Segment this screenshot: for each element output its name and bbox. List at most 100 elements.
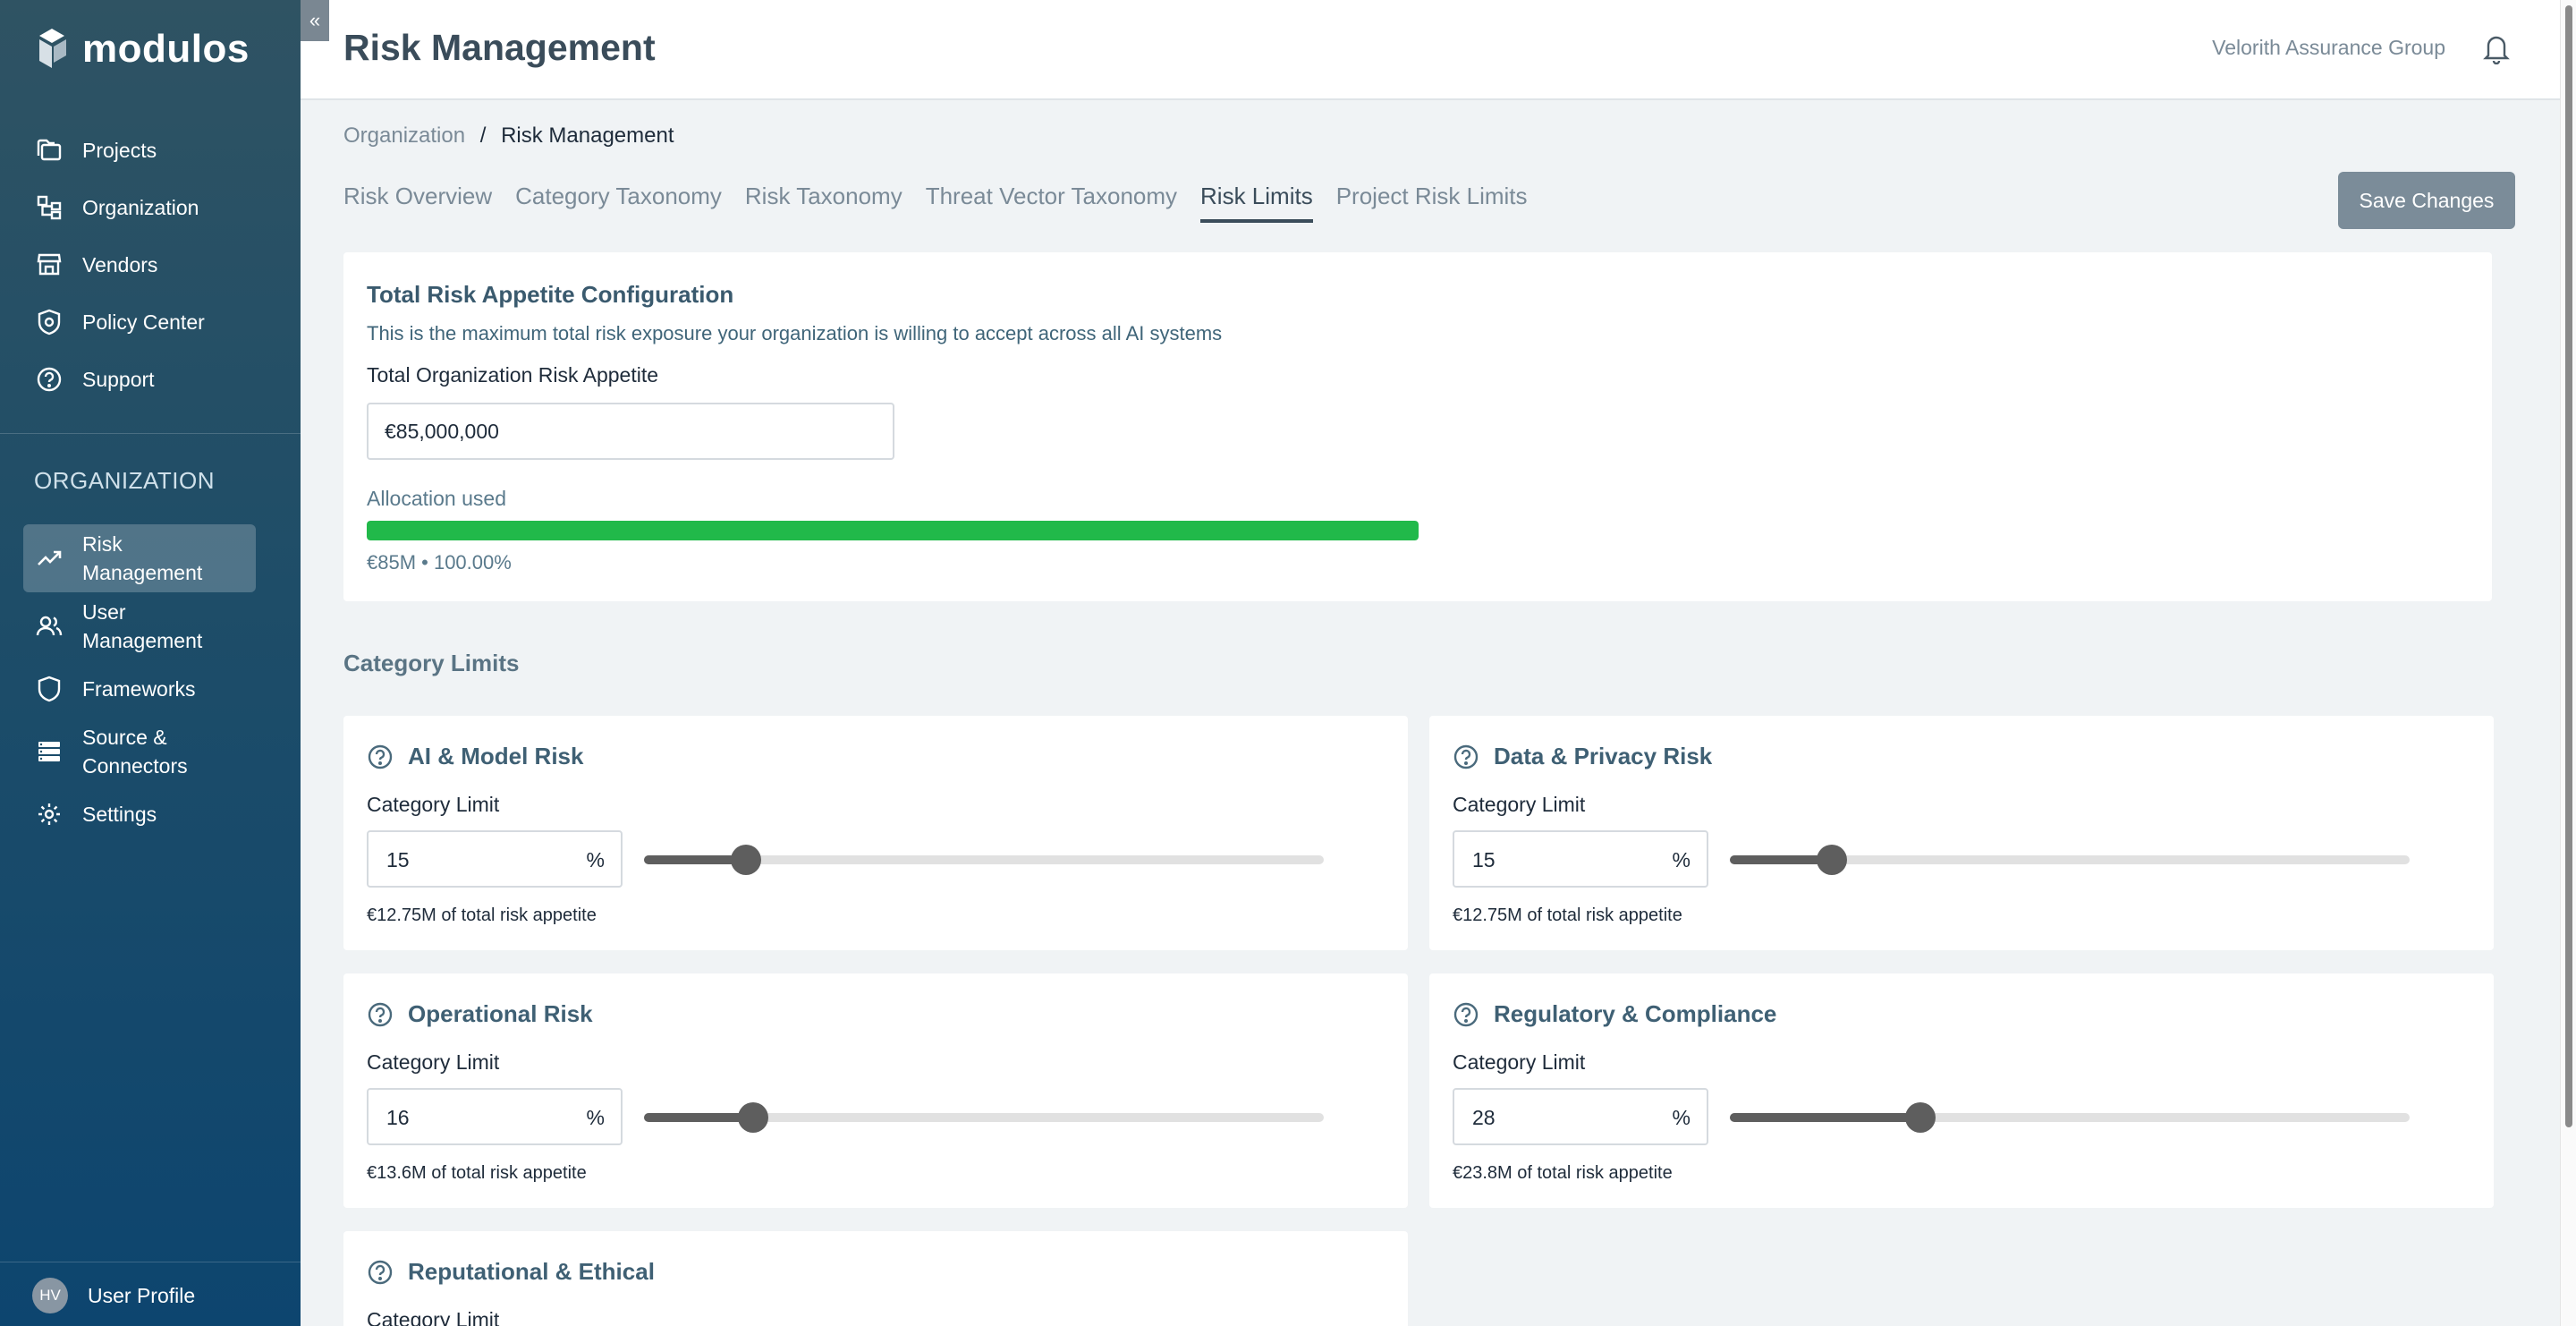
gear-icon (36, 801, 63, 828)
breadcrumb-separator: / (479, 123, 487, 148)
category-card-reputational-ethical: Reputational & Ethical Category Limit (343, 1231, 1408, 1326)
help-circle-icon[interactable] (367, 1259, 394, 1286)
notification-bell-icon[interactable] (2481, 32, 2512, 64)
slider-thumb[interactable] (1904, 1102, 1936, 1133)
category-title-text: Data & Privacy Risk (1494, 743, 1713, 769)
sidebar-item-policy-center[interactable]: Policy Center (23, 293, 256, 351)
category-limit-label: Category Limit (367, 1050, 500, 1074)
org-chart-icon (36, 194, 63, 221)
sidebar-item-vendors[interactable]: Vendors (23, 236, 256, 293)
slider-thumb[interactable] (737, 1102, 768, 1133)
sidebar-item-risk-management[interactable]: Risk Management (23, 524, 256, 592)
sidebar-item-label: Organization (82, 195, 199, 219)
sidebar-item-source-connectors[interactable]: Source & Connectors (23, 718, 256, 786)
sidebar-item-organization[interactable]: Organization (23, 179, 256, 236)
breadcrumb-current: Risk Management (501, 123, 674, 148)
list-icon (36, 738, 63, 765)
category-limit-label: Category Limit (367, 1308, 500, 1326)
tab-threat-vector-taxonomy[interactable]: Threat Vector Taxonomy (926, 183, 1177, 223)
sidebar-item-label: Projects (82, 138, 157, 162)
category-card-operational-risk: Operational Risk Category Limit 16 % €13… (343, 973, 1408, 1208)
category-title-text: AI & Model Risk (408, 743, 584, 769)
tab-project-risk-limits[interactable]: Project Risk Limits (1336, 183, 1528, 223)
trending-up-icon (36, 545, 63, 572)
shield-icon (36, 676, 63, 702)
organization-name[interactable]: Velorith Assurance Group (2212, 36, 2445, 60)
main-nav: Projects Organization Vendors Policy Cen… (23, 122, 256, 408)
category-card-data-privacy-risk: Data & Privacy Risk Category Limit 15 % … (1429, 716, 2494, 950)
help-circle-icon[interactable] (1453, 1001, 1479, 1028)
percent-unit: % (1672, 848, 1690, 871)
category-limit-slider[interactable] (644, 1102, 1324, 1133)
tab-risk-limits[interactable]: Risk Limits (1200, 183, 1313, 223)
slider-thumb[interactable] (1817, 845, 1847, 875)
sidebar-item-projects[interactable]: Projects (23, 122, 256, 179)
page-scrollbar[interactable] (2560, 0, 2576, 1326)
category-amount-note: €12.75M of total risk appetite (367, 905, 597, 925)
breadcrumb: Organization / Risk Management (343, 123, 674, 149)
percent-unit: % (586, 848, 605, 871)
tab-bar: Risk Overview Category Taxonomy Risk Tax… (343, 183, 1528, 223)
logo[interactable]: modulos (34, 27, 250, 72)
category-limit-slider[interactable] (1730, 1102, 2410, 1133)
risk-appetite-card: Total Risk Appetite Configuration This i… (343, 252, 2492, 601)
slider-fill (644, 1113, 753, 1122)
sidebar-item-label: Vendors (82, 252, 158, 276)
sidebar-item-label: User Management (82, 600, 203, 652)
sidebar: modulos Projects Organization Vendors Po… (0, 0, 301, 1326)
user-profile[interactable]: HV User Profile (32, 1278, 195, 1313)
chevron-double-left-icon: « (309, 9, 321, 31)
breadcrumb-organization[interactable]: Organization (343, 123, 465, 148)
tab-category-taxonomy[interactable]: Category Taxonomy (515, 183, 722, 223)
help-circle-icon[interactable] (367, 1001, 394, 1028)
help-circle-icon[interactable] (367, 744, 394, 770)
category-title-text: Reputational & Ethical (408, 1258, 655, 1285)
collapse-sidebar-button[interactable]: « (301, 0, 329, 41)
percent-unit: % (586, 1106, 605, 1129)
category-amount-note: €23.8M of total risk appetite (1453, 1163, 1673, 1183)
category-title: Regulatory & Compliance (1453, 1000, 1776, 1028)
slider-fill (1730, 1113, 1920, 1122)
category-limit-value: 16 (386, 1106, 410, 1129)
sidebar-item-frameworks[interactable]: Frameworks (23, 660, 256, 718)
category-limit-input[interactable]: 15 % (367, 830, 623, 888)
avatar: HV (32, 1278, 68, 1313)
category-limit-slider[interactable] (1730, 845, 2410, 875)
sidebar-item-label: Support (82, 367, 155, 391)
allocation-text: €85M • 100.00% (367, 551, 512, 574)
category-title-text: Operational Risk (408, 1000, 593, 1027)
category-amount-note: €12.75M of total risk appetite (1453, 905, 1682, 925)
category-limit-label: Category Limit (367, 793, 500, 816)
help-circle-icon (36, 366, 63, 393)
sidebar-item-label: Source & Connectors (82, 726, 188, 778)
category-title: Operational Risk (367, 1000, 593, 1028)
category-title: AI & Model Risk (367, 743, 583, 770)
category-limit-value: 15 (386, 848, 410, 871)
sidebar-item-label: Risk Management (82, 532, 203, 584)
category-limit-slider[interactable] (644, 845, 1324, 875)
risk-appetite-input[interactable]: €85,000,000 (367, 403, 894, 460)
category-title: Reputational & Ethical (367, 1258, 655, 1286)
category-limit-input[interactable]: 15 % (1453, 830, 1708, 888)
tab-risk-overview[interactable]: Risk Overview (343, 183, 492, 223)
help-circle-icon[interactable] (1453, 744, 1479, 770)
category-limit-value: 28 (1472, 1106, 1496, 1129)
save-changes-button[interactable]: Save Changes (2338, 172, 2515, 229)
category-limit-input[interactable]: 28 % (1453, 1088, 1708, 1145)
category-title: Data & Privacy Risk (1453, 743, 1712, 770)
sidebar-section-label: ORGANIZATION (34, 467, 215, 494)
scrollbar-thumb[interactable] (2565, 5, 2572, 1127)
category-limit-input[interactable]: 16 % (367, 1088, 623, 1145)
sidebar-item-user-management[interactable]: User Management (23, 592, 256, 660)
user-profile-label: User Profile (88, 1283, 196, 1307)
slider-thumb[interactable] (731, 845, 761, 875)
risk-appetite-label: Total Organization Risk Appetite (367, 363, 659, 387)
sidebar-item-label: Policy Center (82, 310, 205, 334)
allocation-label: Allocation used (367, 487, 506, 510)
modulos-logo-icon (39, 29, 66, 68)
tab-risk-taxonomy[interactable]: Risk Taxonomy (745, 183, 902, 223)
category-limit-label: Category Limit (1453, 793, 1586, 816)
sidebar-divider (0, 433, 301, 434)
sidebar-item-support[interactable]: Support (23, 351, 256, 408)
sidebar-item-settings[interactable]: Settings (23, 786, 256, 843)
